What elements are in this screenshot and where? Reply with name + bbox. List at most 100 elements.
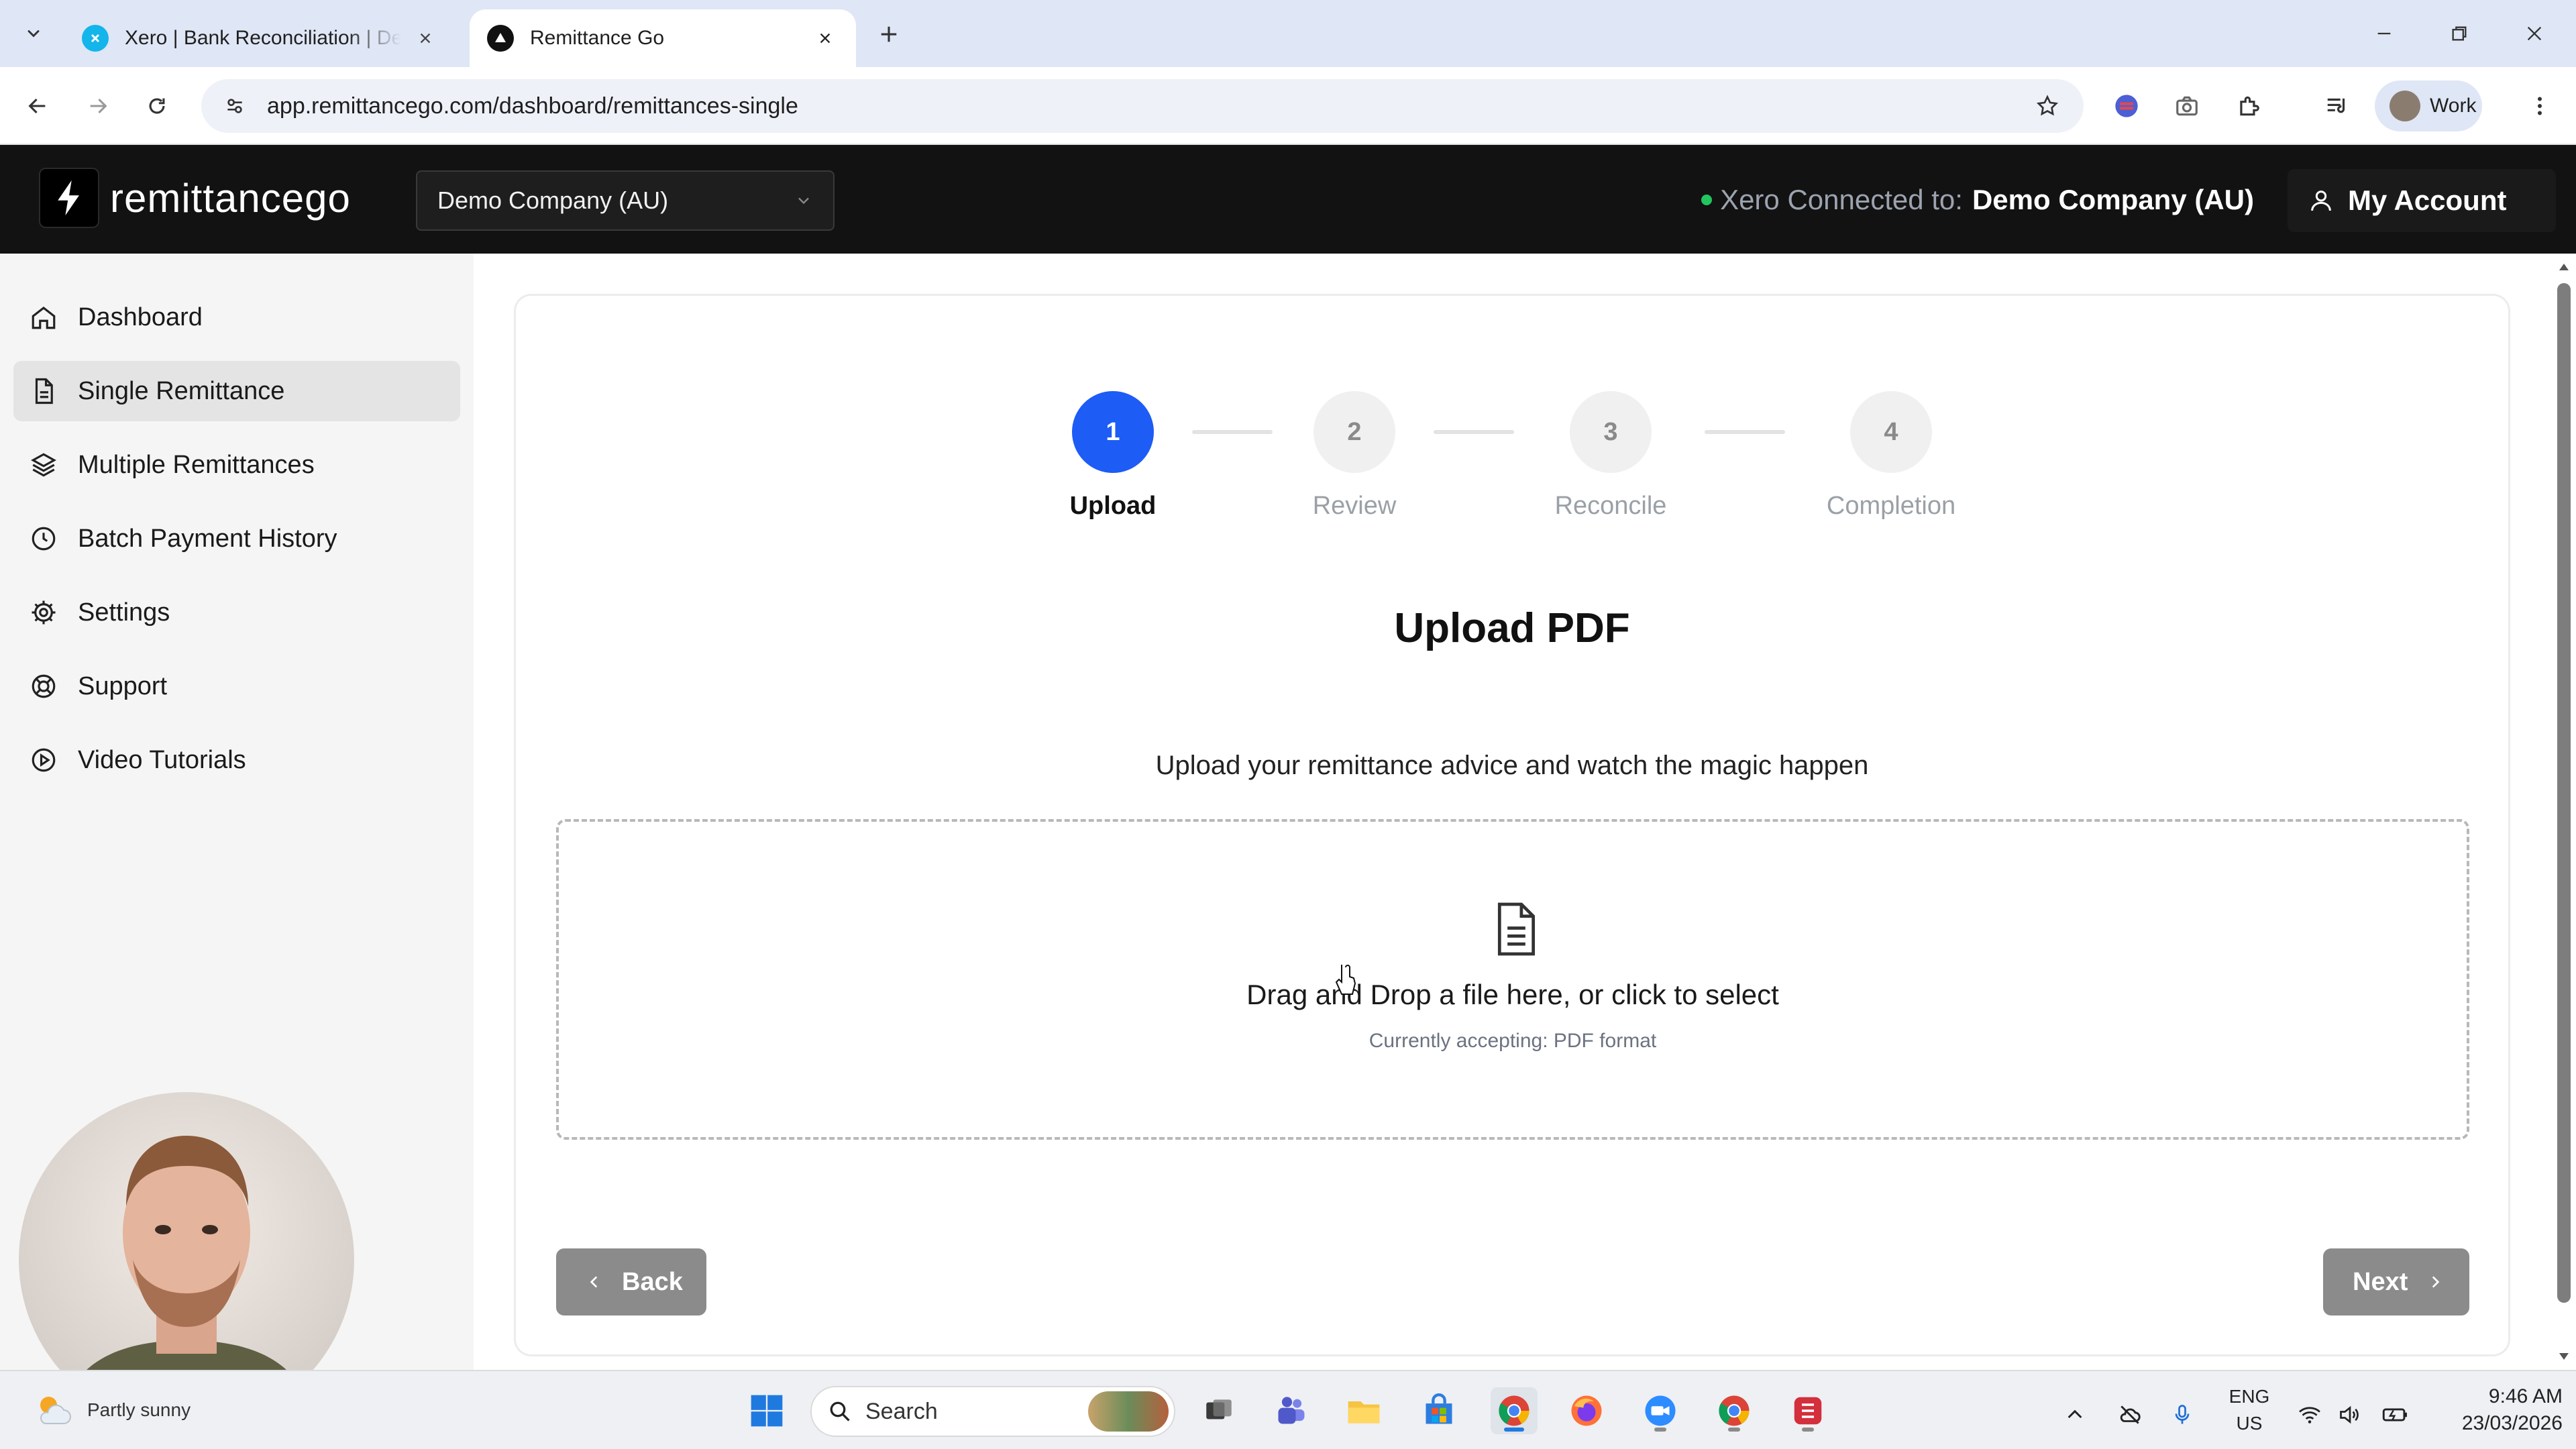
back-nav-button[interactable] [17, 86, 58, 126]
language-indicator[interactable]: ENG US [2226, 1383, 2273, 1437]
restore-icon [2452, 26, 2467, 41]
bookmark-star-icon[interactable] [2027, 86, 2068, 126]
scrollbar-thumb[interactable] [2557, 283, 2571, 1303]
tab-close-icon[interactable] [812, 25, 839, 52]
sidebar-item-multiple-remittances[interactable]: Multiple Remittances [13, 435, 460, 495]
microsoft-store-icon[interactable] [1415, 1387, 1462, 1434]
step-review: 2 Review [1254, 391, 1455, 521]
reload-button[interactable] [137, 86, 177, 126]
search-highlight-image [1088, 1391, 1169, 1432]
chrome-icon[interactable] [1491, 1387, 1538, 1434]
document-icon [28, 376, 59, 407]
connection-company: Demo Company (AU) [1972, 184, 2254, 215]
url-text: app.remittancego.com/dashboard/remittanc… [267, 93, 798, 119]
sidebar-item-dashboard[interactable]: Dashboard [13, 287, 460, 347]
sidebar-item-video-tutorials[interactable]: Video Tutorials [13, 730, 460, 790]
minimize-button[interactable] [2364, 13, 2404, 54]
sidebar-item-single-remittance[interactable]: Single Remittance [13, 361, 460, 421]
logo-text: remittancego [110, 175, 351, 221]
scroll-up-icon[interactable] [2556, 259, 2572, 275]
address-bar[interactable]: app.remittancego.com/dashboard/remittanc… [201, 79, 2084, 133]
new-tab-button[interactable] [872, 17, 906, 51]
battery-icon[interactable] [2379, 1398, 2412, 1432]
running-indicator [1504, 1428, 1524, 1432]
teams-icon[interactable] [1268, 1387, 1315, 1434]
task-view-icon[interactable] [1195, 1387, 1242, 1434]
xero-favicon-icon [82, 25, 109, 52]
sidebar-item-support[interactable]: Support [13, 656, 460, 716]
taskbar-search[interactable]: Search [810, 1386, 1175, 1437]
taskbar-clock[interactable]: 9:46 AM 23/03/2026 [2428, 1383, 2563, 1437]
zoom-icon[interactable] [1637, 1387, 1684, 1434]
browser-tab-xero[interactable]: Xero | Bank Reconciliation | Demo Compan… [64, 9, 456, 67]
restore-button[interactable] [2439, 13, 2479, 54]
sidebar-item-batch-payment-history[interactable]: Batch Payment History [13, 508, 460, 569]
sidebar-item-label: Batch Payment History [78, 524, 337, 553]
scroll-down-icon[interactable] [2556, 1348, 2572, 1364]
user-icon [2311, 191, 2331, 211]
wifi-icon[interactable] [2293, 1398, 2326, 1432]
red-app-icon[interactable] [1784, 1387, 1831, 1434]
plus-icon [881, 26, 897, 42]
camera-icon[interactable] [2167, 86, 2207, 126]
step-upload: 1 Upload [1012, 391, 1214, 521]
browser-menu-icon[interactable] [2520, 86, 2560, 126]
extension-color-icon[interactable] [2106, 86, 2147, 126]
chrome-profile-icon[interactable] [1711, 1387, 1758, 1434]
profile-label: Work [2430, 95, 2477, 117]
sidebar-item-settings[interactable]: Settings [13, 582, 460, 643]
my-account-button[interactable]: My Account [2288, 169, 2556, 232]
company-select[interactable]: Demo Company (AU) [416, 170, 835, 231]
sidebar-item-label: Dashboard [78, 303, 203, 331]
weather-widget[interactable]: Partly sunny [34, 1390, 191, 1430]
start-button[interactable] [743, 1387, 790, 1434]
weather-text: Partly sunny [87, 1399, 191, 1420]
cursor-icon [1335, 965, 1356, 995]
media-controls-icon[interactable] [2317, 86, 2357, 126]
cloud-offline-icon[interactable] [2113, 1398, 2147, 1432]
step-label: Review [1312, 492, 1397, 520]
remittancego-favicon-icon [487, 25, 514, 52]
volume-icon[interactable] [2333, 1398, 2367, 1432]
chevron-left-icon [590, 1276, 598, 1288]
tab-search-button[interactable] [13, 15, 54, 52]
lightning-logo-icon [39, 168, 99, 228]
close-window-button[interactable] [2514, 13, 2555, 54]
file-explorer-icon[interactable] [1340, 1387, 1387, 1434]
search-icon [830, 1401, 850, 1421]
site-info-icon[interactable] [215, 86, 255, 126]
back-button[interactable]: Back [556, 1248, 706, 1316]
close-icon [2527, 26, 2542, 41]
sidebar-item-label: Video Tutorials [78, 745, 246, 774]
tab-close-icon[interactable] [412, 25, 439, 52]
browser-tab-remittance-go[interactable]: Remittance Go [470, 9, 856, 67]
sidebar-item-label: Settings [78, 598, 170, 627]
firefox-icon[interactable] [1563, 1387, 1610, 1434]
running-indicator [1728, 1428, 1740, 1432]
chevron-right-icon [2432, 1276, 2440, 1288]
step-number: 1 [1072, 391, 1154, 473]
show-hidden-icons-chevron-icon[interactable] [2058, 1398, 2092, 1432]
profile-avatar [2390, 91, 2420, 121]
my-account-label: My Account [2348, 184, 2507, 216]
taskbar-search-placeholder: Search [865, 1398, 938, 1424]
step-label: Completion [1826, 492, 1956, 520]
layers-icon [28, 449, 59, 480]
extensions-puzzle-icon[interactable] [2229, 86, 2269, 126]
step-connector [1705, 430, 1785, 434]
page-scrollbar[interactable] [2552, 254, 2576, 1370]
file-dropzone[interactable]: Drag and Drop a file here, or click to s… [556, 819, 2469, 1140]
app-logo[interactable]: remittancego [39, 168, 351, 228]
tab-title: Xero | Bank Reconciliation | Demo Compan… [125, 27, 401, 49]
dropzone-text: Drag and Drop a file here, or click to s… [1246, 979, 1779, 1010]
forward-nav-button[interactable] [78, 86, 118, 126]
xero-connection-status: Xero Connected to: Demo Company (AU) [1701, 184, 2254, 216]
step-number: 2 [1313, 391, 1395, 473]
microphone-icon[interactable] [2165, 1398, 2199, 1432]
next-button[interactable]: Next [2323, 1248, 2469, 1316]
browser-toolbar: app.remittancego.com/dashboard/remittanc… [0, 67, 2576, 145]
region-code: US [2236, 1413, 2263, 1434]
profile-button[interactable]: Work [2375, 80, 2482, 131]
minimize-icon [2377, 32, 2391, 35]
step-label: Upload [1069, 492, 1157, 520]
